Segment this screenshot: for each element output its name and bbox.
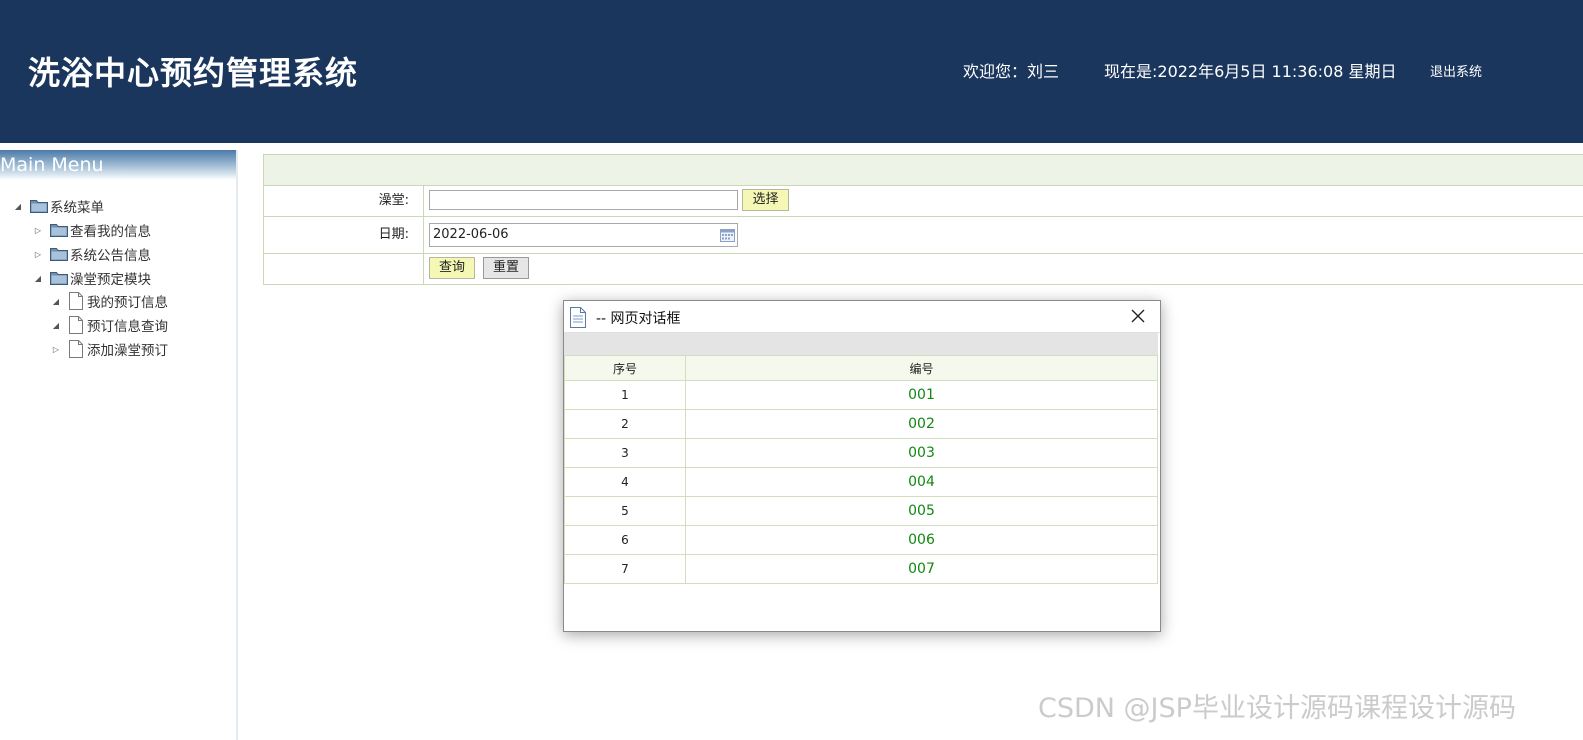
row-code-link[interactable]: 004 [685,467,1158,497]
tree-node-announcements[interactable]: ▷ 系统公告信息 [32,243,151,265]
document-icon [68,316,84,334]
date-input[interactable]: 2022-06-06 [429,223,738,247]
row-index: 6 [564,525,686,555]
row-code-link[interactable]: 007 [685,554,1158,584]
table-row[interactable]: 6 006 [564,525,1158,555]
document-icon [68,292,84,310]
current-datetime: 现在是:2022年6月5日 11:36:08 星期日 [1104,62,1397,81]
tree-label: 我的预订信息 [87,295,168,311]
tree-node-booking-query[interactable]: ◢ 预订信息查询 [50,314,168,336]
welcome-text: 欢迎您：刘三 [963,62,1060,81]
app-title: 洗浴中心预约管理系统 [28,54,359,92]
bath-input[interactable] [429,190,738,210]
sidebar: Main Menu ◢ 系统菜单 ▷ 查看我的信息 ▷ 系统公告信息 ◢ 澡堂预… [0,150,238,740]
tree-node-system-menu[interactable]: ◢ 系统菜单 [12,195,104,217]
dialog-titlebar[interactable]: -- 网页对话框 [564,301,1160,333]
calendar-icon[interactable] [720,228,735,250]
table-row[interactable]: 4 004 [564,467,1158,497]
row-code-link[interactable]: 006 [685,525,1158,555]
tree-node-my-info[interactable]: ▷ 查看我的信息 [32,219,151,241]
watermark-text: CSDN @JSP毕业设计源码课程设计源码 [1038,693,1516,724]
code-table: 序号 编号 1 001 2 002 3 003 4 004 5 005 6 006 7 007 [564,355,1158,584]
table-row[interactable]: 7 007 [564,554,1158,584]
header-bar: 洗浴中心预约管理系统 欢迎您：刘三 现在是:2022年6月5日 11:36:08… [0,0,1583,143]
page-icon [569,307,587,332]
row-index: 7 [564,554,686,584]
table-row[interactable]: 2 002 [564,409,1158,439]
bath-label: 澡堂: [264,186,424,216]
tree-label: 查看我的信息 [70,224,151,240]
query-button[interactable]: 查询 [429,257,475,279]
folder-open-icon [30,199,48,213]
collapsed-arrow-icon[interactable]: ▷ [32,226,44,235]
bath-row: 澡堂: 选择 [263,186,1583,217]
folder-open-icon [50,271,68,285]
row-code-link[interactable]: 003 [685,438,1158,468]
date-row: 日期: 2022-06-06 [263,217,1583,254]
expanded-arrow-icon[interactable]: ◢ [32,274,44,283]
row-code-link[interactable]: 001 [685,380,1158,410]
row-code-link[interactable]: 002 [685,409,1158,439]
column-header-index: 序号 [564,355,686,381]
table-row[interactable]: 1 001 [564,380,1158,410]
table-row[interactable]: 3 003 [564,438,1158,468]
row-code-link[interactable]: 005 [685,496,1158,526]
row-index: 3 [564,438,686,468]
column-header-code: 编号 [685,355,1158,381]
form-header [263,155,1583,186]
row-index: 2 [564,409,686,439]
expanded-arrow-icon[interactable]: ◢ [50,321,62,330]
tree-node-my-bookings[interactable]: ◢ 我的预订信息 [50,290,168,312]
date-value: 2022-06-06 [433,227,509,242]
action-label-cell [264,254,424,284]
tree-node-booking-module[interactable]: ◢ 澡堂预定模块 [32,267,151,289]
document-icon [68,340,84,358]
select-button[interactable]: 选择 [742,189,789,211]
tree-label: 预订信息查询 [87,319,168,335]
row-index: 4 [564,467,686,497]
folder-icon [50,223,68,237]
collapsed-arrow-icon[interactable]: ▷ [50,345,62,354]
reset-button[interactable]: 重置 [483,257,529,279]
web-dialog: -- 网页对话框 序号 编号 1 001 2 002 3 003 4 004 5 005 … [563,300,1161,632]
tree-node-add-booking[interactable]: ▷ 添加澡堂预订 [50,338,168,360]
tree-label: 澡堂预定模块 [70,272,151,288]
action-row: 查询 重置 [263,254,1583,285]
tree-label: 系统公告信息 [70,248,151,264]
close-icon[interactable] [1130,308,1146,324]
table-header-row: 序号 编号 [564,355,1158,381]
search-form: 澡堂: 选择 日期: 2022-06-06 查询 重置 [263,154,1583,285]
dialog-title: -- 网页对话框 [596,311,681,327]
date-label: 日期: [264,217,424,253]
folder-icon [50,247,68,261]
expanded-arrow-icon[interactable]: ◢ [12,202,24,211]
main-menu-title: Main Menu [0,150,236,180]
table-row[interactable]: 5 005 [564,496,1158,526]
collapsed-arrow-icon[interactable]: ▷ [32,250,44,259]
dialog-toolbar [564,333,1158,355]
row-index: 5 [564,496,686,526]
row-index: 1 [564,380,686,410]
expanded-arrow-icon[interactable]: ◢ [50,297,62,306]
logout-link[interactable]: 退出系统 [1430,61,1482,80]
tree-label: 添加澡堂预订 [87,343,168,359]
tree-label: 系统菜单 [50,200,104,216]
